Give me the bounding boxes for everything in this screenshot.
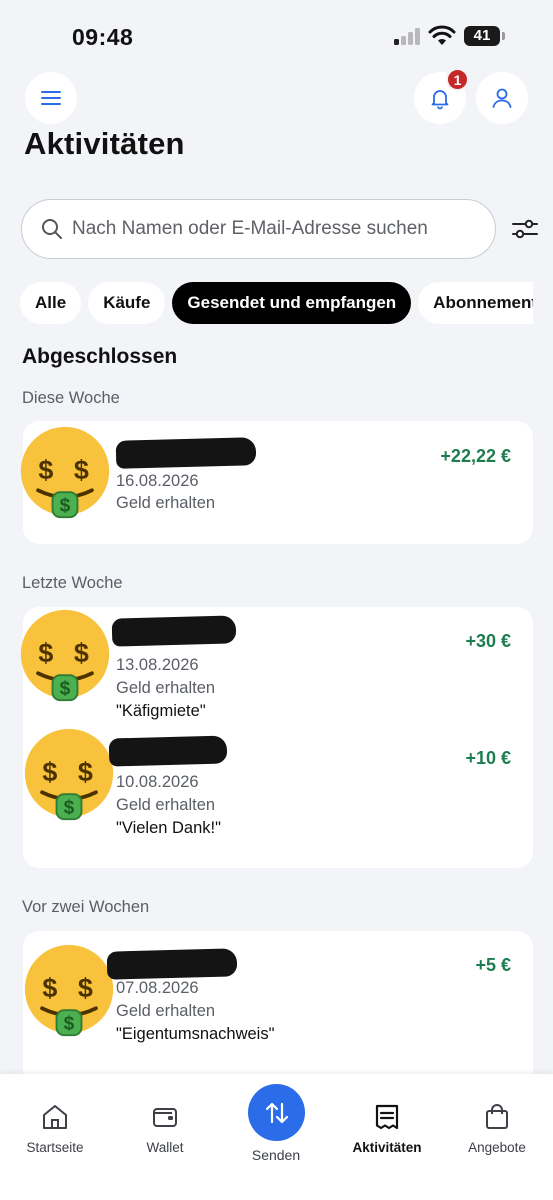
redacted-name — [106, 948, 238, 980]
filter-sliders-icon[interactable] — [510, 214, 540, 244]
transaction-note: "Käfigmiete" — [116, 702, 206, 720]
search-input[interactable] — [72, 218, 472, 240]
nav-label: Wallet — [146, 1140, 184, 1155]
chip-sent-received[interactable]: Gesendet und empfangen — [172, 282, 412, 324]
chip-subscriptions[interactable]: Abonnements — [418, 282, 533, 324]
transaction-date: 07.08.2026 — [116, 979, 199, 997]
transaction-date: 16.08.2026 — [116, 472, 199, 490]
battery-cap — [502, 32, 505, 40]
search-bar[interactable] — [21, 199, 496, 259]
transaction-amount: +22,22 € — [440, 446, 511, 466]
filter-chips: Alle Käufe Gesendet und empfangen Abonnemen… — [20, 282, 533, 325]
redacted-name — [115, 437, 257, 469]
svg-text:$: $ — [60, 495, 71, 516]
money-mouth-face-icon: $ $ $ — [20, 426, 110, 519]
send-button[interactable] — [248, 1084, 305, 1141]
money-mouth-face-icon: $ $ $ — [20, 609, 110, 702]
transaction-row[interactable]: $ $ $ 16.08.2026 Geld erhalten +22,22 € — [20, 421, 533, 544]
svg-text:$: $ — [78, 973, 93, 1003]
svg-text:$: $ — [74, 638, 89, 668]
transaction-date: 13.08.2026 — [116, 656, 199, 674]
svg-text:$: $ — [42, 757, 57, 787]
receipt-icon — [375, 1104, 399, 1130]
wifi-icon — [428, 25, 456, 45]
group-label-this-week: Diese Woche — [22, 389, 120, 407]
battery-indicator: 41 — [464, 26, 500, 46]
svg-text:$: $ — [42, 973, 57, 1003]
bottom-navigation: Startseite Wallet Senden Aktivitäten Ang… — [0, 1074, 553, 1200]
money-mouth-face-icon: $ $ $ — [24, 728, 114, 821]
cellular-signal-icon — [394, 27, 422, 45]
nav-label: Aktivitäten — [352, 1140, 422, 1155]
bell-icon — [431, 90, 449, 110]
transaction-row[interactable]: $ $ $ 07.08.2026 Geld erhalten "Eigentum… — [23, 931, 533, 1071]
svg-text:$: $ — [60, 678, 71, 699]
shopping-bag-icon — [486, 1104, 508, 1129]
transaction-description: Geld erhalten — [116, 1002, 216, 1020]
nav-label: Startseite — [26, 1140, 84, 1155]
transaction-note: "Vielen Dank!" — [116, 819, 221, 837]
status-bar: 09:48 41 — [0, 0, 553, 70]
transaction-amount: +5 € — [475, 955, 511, 975]
transaction-amount: +10 € — [465, 748, 511, 768]
transaction-date: 10.08.2026 — [116, 773, 199, 791]
nav-label: Angebote — [468, 1140, 526, 1155]
user-icon — [492, 88, 512, 108]
profile-button[interactable] — [476, 72, 528, 124]
section-title: Abgeschlossen — [22, 345, 178, 368]
svg-text:$: $ — [78, 757, 93, 787]
svg-text:$: $ — [64, 797, 75, 818]
send-arrows-icon — [265, 1102, 288, 1123]
chip-all[interactable]: Alle — [20, 282, 82, 324]
notification-badge: 1 — [446, 68, 469, 91]
svg-text:$: $ — [38, 455, 53, 485]
search-icon — [42, 219, 62, 239]
transactions-card-last-week: $ $ $ 13.08.2026 Geld erhalten "Käfigmie… — [20, 607, 533, 868]
home-icon — [43, 1105, 67, 1129]
transaction-amount: +30 € — [465, 631, 511, 651]
redacted-name — [108, 735, 228, 767]
status-time: 09:48 — [72, 24, 134, 50]
svg-text:$: $ — [64, 1013, 75, 1034]
transaction-note: "Eigentumsnachweis" — [116, 1025, 275, 1043]
wallet-icon — [153, 1108, 177, 1127]
hamburger-menu-icon — [41, 91, 61, 105]
group-label-last-week: Letzte Woche — [22, 574, 123, 592]
transaction-description: Geld erhalten — [116, 796, 216, 814]
page-title: Aktivitäten — [24, 126, 185, 161]
transaction-description: Geld erhalten — [116, 494, 216, 512]
menu-button[interactable] — [25, 72, 77, 124]
nav-label-send: Senden — [251, 1147, 301, 1163]
money-mouth-face-icon: $ $ $ — [24, 944, 114, 1037]
transactions-card-two-weeks-ago: $ $ $ 07.08.2026 Geld erhalten "Eigentum… — [23, 931, 533, 1091]
transaction-row[interactable]: $ $ $ 10.08.2026 Geld erhalten "Vielen D… — [23, 725, 533, 868]
transactions-card-this-week: $ $ $ 16.08.2026 Geld erhalten +22,22 € — [20, 421, 533, 544]
svg-text:$: $ — [38, 638, 53, 668]
group-label-two-weeks-ago: Vor zwei Wochen — [22, 898, 150, 916]
transaction-description: Geld erhalten — [116, 679, 216, 697]
transaction-row[interactable]: $ $ $ 13.08.2026 Geld erhalten "Käfigmie… — [20, 607, 533, 725]
svg-text:$: $ — [74, 455, 89, 485]
redacted-name — [111, 615, 237, 647]
chip-purchases[interactable]: Käufe — [88, 282, 166, 324]
